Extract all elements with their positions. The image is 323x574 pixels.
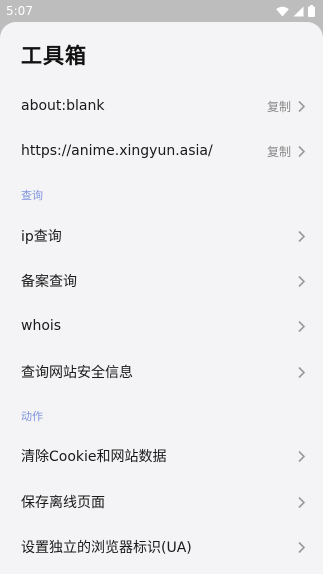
menu-item-whois[interactable]: whois (0, 305, 323, 347)
url-row-current-page[interactable]: https://anime.xingyun.asia/ 复制 (0, 130, 323, 172)
status-time: 5:07 (6, 4, 33, 18)
chevron-right-icon (298, 230, 306, 242)
toolbox-sheet: 工具箱 about:blank 复制 https://anime.xingyun… (0, 22, 323, 574)
copy-button[interactable]: 复制 (267, 98, 291, 115)
chevron-right-icon (298, 450, 306, 462)
url-label: https://anime.xingyun.asia/ (21, 143, 213, 159)
chevron-right-icon (298, 275, 306, 287)
menu-item-label: 查询网站安全信息 (21, 365, 133, 381)
copy-button[interactable]: 复制 (267, 143, 291, 160)
chevron-right-icon (298, 496, 306, 508)
sheet-title: 工具箱 (21, 44, 87, 68)
menu-item-label: 设置独立的浏览器标识(UA) (21, 540, 192, 556)
menu-item-label: 备案查询 (21, 274, 77, 290)
section-header-action: 动作 (21, 410, 43, 423)
menu-item-set-user-agent[interactable]: 设置独立的浏览器标识(UA) (0, 526, 323, 568)
chevron-right-icon (298, 541, 306, 553)
url-row-about-blank[interactable]: about:blank 复制 (0, 85, 323, 127)
chevron-right-icon (298, 100, 306, 112)
menu-item-site-security[interactable]: 查询网站安全信息 (0, 351, 323, 393)
signal-icon (293, 6, 304, 16)
menu-item-clear-cookies[interactable]: 清除Cookie和网站数据 (0, 435, 323, 477)
menu-item-label: ip查询 (21, 229, 62, 245)
menu-item-label: 保存离线页面 (21, 495, 105, 511)
menu-item-ip-query[interactable]: ip查询 (0, 215, 323, 257)
chevron-right-icon (298, 145, 306, 157)
status-icons (276, 5, 315, 17)
section-header-query: 查询 (21, 189, 43, 202)
chevron-right-icon (298, 320, 306, 332)
url-label: about:blank (21, 98, 105, 114)
battery-icon (308, 5, 315, 17)
menu-item-icp-query[interactable]: 备案查询 (0, 260, 323, 302)
menu-item-label: whois (21, 318, 62, 334)
status-bar: 5:07 (0, 0, 323, 22)
menu-item-label: 清除Cookie和网站数据 (21, 449, 167, 465)
menu-item-save-offline[interactable]: 保存离线页面 (0, 481, 323, 523)
chevron-right-icon (298, 366, 306, 378)
wifi-icon (276, 6, 289, 16)
